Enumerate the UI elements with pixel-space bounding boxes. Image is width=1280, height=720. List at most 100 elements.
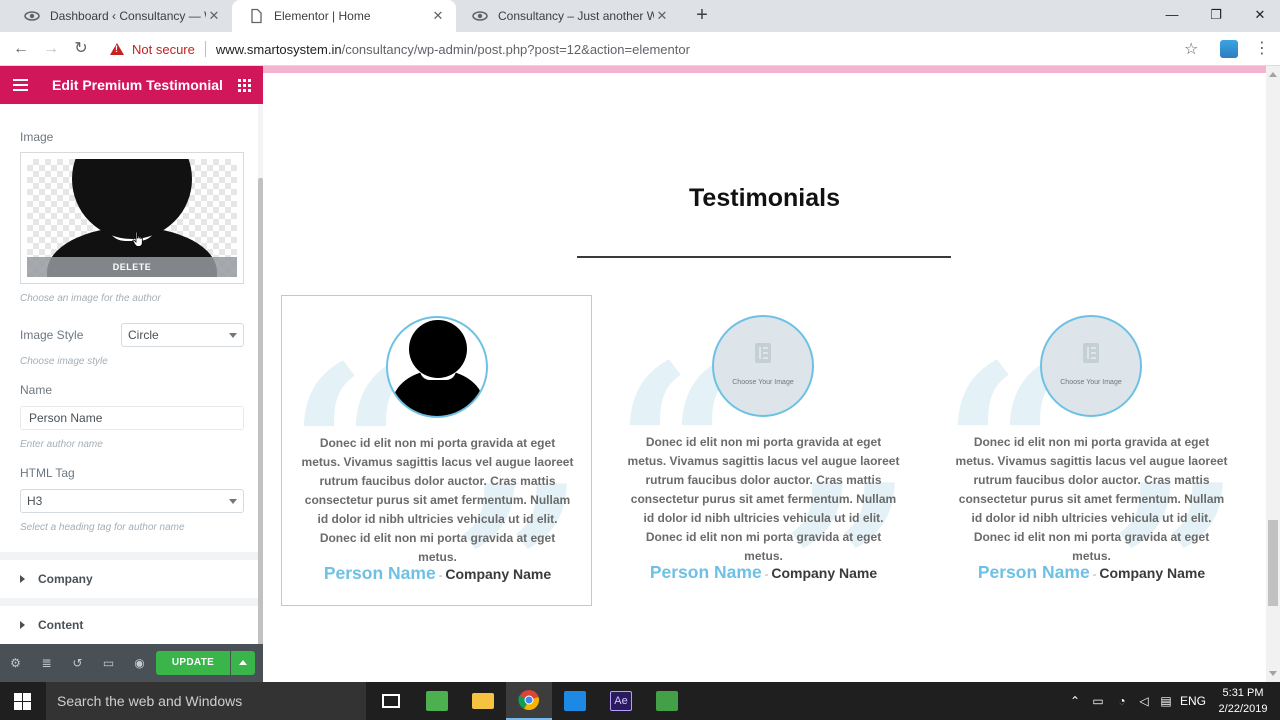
panel-title: Edit Premium Testimonial	[52, 77, 223, 93]
scroll-down-icon[interactable]	[1269, 671, 1277, 676]
panel-footer: ⚙ ≣ ↺ ▭ ◉ UPDATE	[0, 644, 263, 682]
header-strip	[263, 66, 1266, 73]
reload-icon[interactable]: ↻	[70, 38, 92, 60]
close-icon[interactable]: ✕	[206, 8, 222, 24]
author-avatar[interactable]	[386, 316, 488, 418]
section-heading[interactable]: Testimonials	[263, 184, 1266, 213]
extension-icon[interactable]	[1220, 40, 1238, 58]
avatar-head	[409, 320, 467, 378]
tab-elementor[interactable]: Elementor | Home ✕	[232, 0, 456, 32]
tray-chevron-icon[interactable]: ⌃	[1066, 682, 1084, 720]
close-icon[interactable]: ✕	[430, 8, 446, 24]
address-bar: ← → ↻ Not secure www.smartosystem.in/con…	[0, 32, 1280, 66]
hand-cursor-icon	[132, 231, 143, 247]
author-name: Person Name	[649, 562, 762, 582]
tab-consultancy[interactable]: Consultancy – Just another Word ✕	[456, 0, 680, 32]
tab-label: Dashboard ‹ Consultancy — Wor	[50, 9, 206, 23]
heading-divider	[577, 256, 951, 258]
testimonial-card[interactable]: “ ” Choose Your Image Donec id elit non …	[608, 295, 919, 682]
responsive-desktop-icon[interactable]: ▭	[93, 644, 124, 682]
html-tag-select[interactable]: H3	[20, 489, 244, 513]
forward-arrow-icon[interactable]: →	[40, 38, 62, 60]
save-options-caret-icon[interactable]	[231, 651, 255, 675]
volume-icon[interactable]: ◁	[1134, 682, 1154, 720]
image-style-value: Circle	[128, 328, 159, 342]
image-style-select[interactable]: Circle	[121, 323, 244, 347]
author-line: Person Name - Company Name	[936, 562, 1247, 583]
scrollbar-thumb[interactable]	[1268, 520, 1278, 606]
author-company: Company Name	[1099, 565, 1206, 581]
name-separator: -	[1092, 569, 1097, 581]
camtasia-icon[interactable]	[414, 682, 460, 720]
chrome-icon[interactable]	[506, 682, 552, 720]
image-style-description: Choose image style	[20, 356, 108, 367]
name-description: Enter author name	[20, 439, 103, 450]
caret-right-icon	[20, 621, 25, 629]
testimonial-card[interactable]: “ ” Donec id elit non mi porta gravida a…	[281, 295, 592, 682]
language-indicator[interactable]: ENG	[1180, 682, 1206, 720]
author-name: Person Name	[977, 562, 1090, 582]
delete-image-button[interactable]: DELETE	[27, 257, 237, 277]
hamburger-menu-icon[interactable]	[0, 66, 40, 104]
elementor-placeholder-icon	[1083, 343, 1099, 363]
testimonial-card[interactable]: “ ” Choose Your Image Donec id elit non …	[936, 295, 1247, 682]
image-label: Image	[20, 130, 54, 144]
section-label: Content	[38, 618, 84, 632]
window-close-button[interactable]: ✕	[1238, 0, 1280, 30]
more-menu-icon[interactable]: ⋮	[1254, 38, 1270, 60]
testimonial-text: Donec id elit non mi porta gravida at eg…	[627, 435, 900, 563]
close-icon[interactable]: ✕	[654, 8, 670, 24]
restore-button[interactable]: ❐	[1194, 0, 1238, 30]
document-favicon-icon	[251, 8, 262, 24]
notifications-icon[interactable]: ▤	[1156, 682, 1176, 720]
preview-scrollbar[interactable]	[1266, 66, 1280, 682]
battery-icon[interactable]: ▭	[1088, 682, 1108, 720]
system-clock[interactable]: 5:31 PM 2/22/2019	[1210, 685, 1276, 717]
after-effects-icon[interactable]: Ae	[598, 682, 644, 720]
minimize-button[interactable]: —	[1150, 0, 1194, 30]
tab-dashboard[interactable]: Dashboard ‹ Consultancy — Wor ✕	[8, 0, 232, 32]
caret-right-icon	[20, 575, 25, 583]
security-status[interactable]: Not secure	[132, 42, 195, 57]
file-explorer-icon[interactable]	[460, 682, 506, 720]
url-omnibox[interactable]: Not secure www.smartosystem.in/consultan…	[104, 36, 1214, 62]
scroll-up-icon[interactable]	[1269, 72, 1277, 77]
history-icon[interactable]: ↺	[62, 644, 93, 682]
section-content[interactable]: Content	[0, 606, 258, 644]
image-preview[interactable]: DELETE	[27, 159, 237, 277]
author-company: Company Name	[771, 565, 878, 581]
task-view-icon[interactable]	[368, 682, 414, 720]
update-button[interactable]: UPDATE	[156, 651, 230, 675]
settings-gear-icon[interactable]: ⚙	[0, 644, 31, 682]
panel-controls: Image DELETE Choose an image for the aut…	[0, 104, 258, 648]
author-avatar-placeholder[interactable]: Choose Your Image	[712, 315, 814, 417]
eye-favicon-icon	[472, 11, 488, 21]
html-tag-value: H3	[27, 494, 43, 508]
url-host: www.smartosystem.in	[215, 41, 342, 57]
widgets-grid-icon[interactable]	[225, 66, 263, 104]
panel-header: Edit Premium Testimonial	[0, 66, 263, 104]
tab-label: Consultancy – Just another Word	[498, 9, 654, 23]
back-arrow-icon[interactable]: ←	[10, 38, 32, 60]
chevron-down-icon	[229, 333, 237, 338]
section-company[interactable]: Company	[0, 560, 258, 598]
section-label: Company	[38, 572, 93, 586]
preview-eye-icon[interactable]: ◉	[124, 644, 155, 682]
url-path: /consultancy/wp-admin/post.php?post=12&a…	[341, 41, 690, 57]
wifi-icon[interactable]: ◔	[1112, 682, 1132, 720]
bookmark-star-icon[interactable]: ☆	[1184, 39, 1198, 59]
new-tab-button[interactable]: +	[692, 4, 712, 28]
clock-time: 5:31 PM	[1222, 687, 1264, 699]
image-media-control[interactable]: DELETE	[20, 152, 244, 284]
testimonial-text: Donec id elit non mi porta gravida at eg…	[955, 435, 1228, 563]
author-avatar-placeholder[interactable]: Choose Your Image	[1040, 315, 1142, 417]
camtasia-recorder-icon[interactable]	[644, 682, 690, 720]
chevron-down-icon	[229, 499, 237, 504]
media-app-icon[interactable]	[552, 682, 598, 720]
name-input[interactable]: Person Name	[20, 406, 244, 430]
browser-tab-bar: Dashboard ‹ Consultancy — Wor ✕ Elemento…	[0, 0, 1280, 32]
elementor-placeholder-icon	[755, 343, 771, 363]
windows-start-icon[interactable]	[14, 693, 31, 710]
taskbar-search[interactable]: Search the web and Windows	[46, 682, 366, 720]
navigator-layers-icon[interactable]: ≣	[31, 644, 62, 682]
